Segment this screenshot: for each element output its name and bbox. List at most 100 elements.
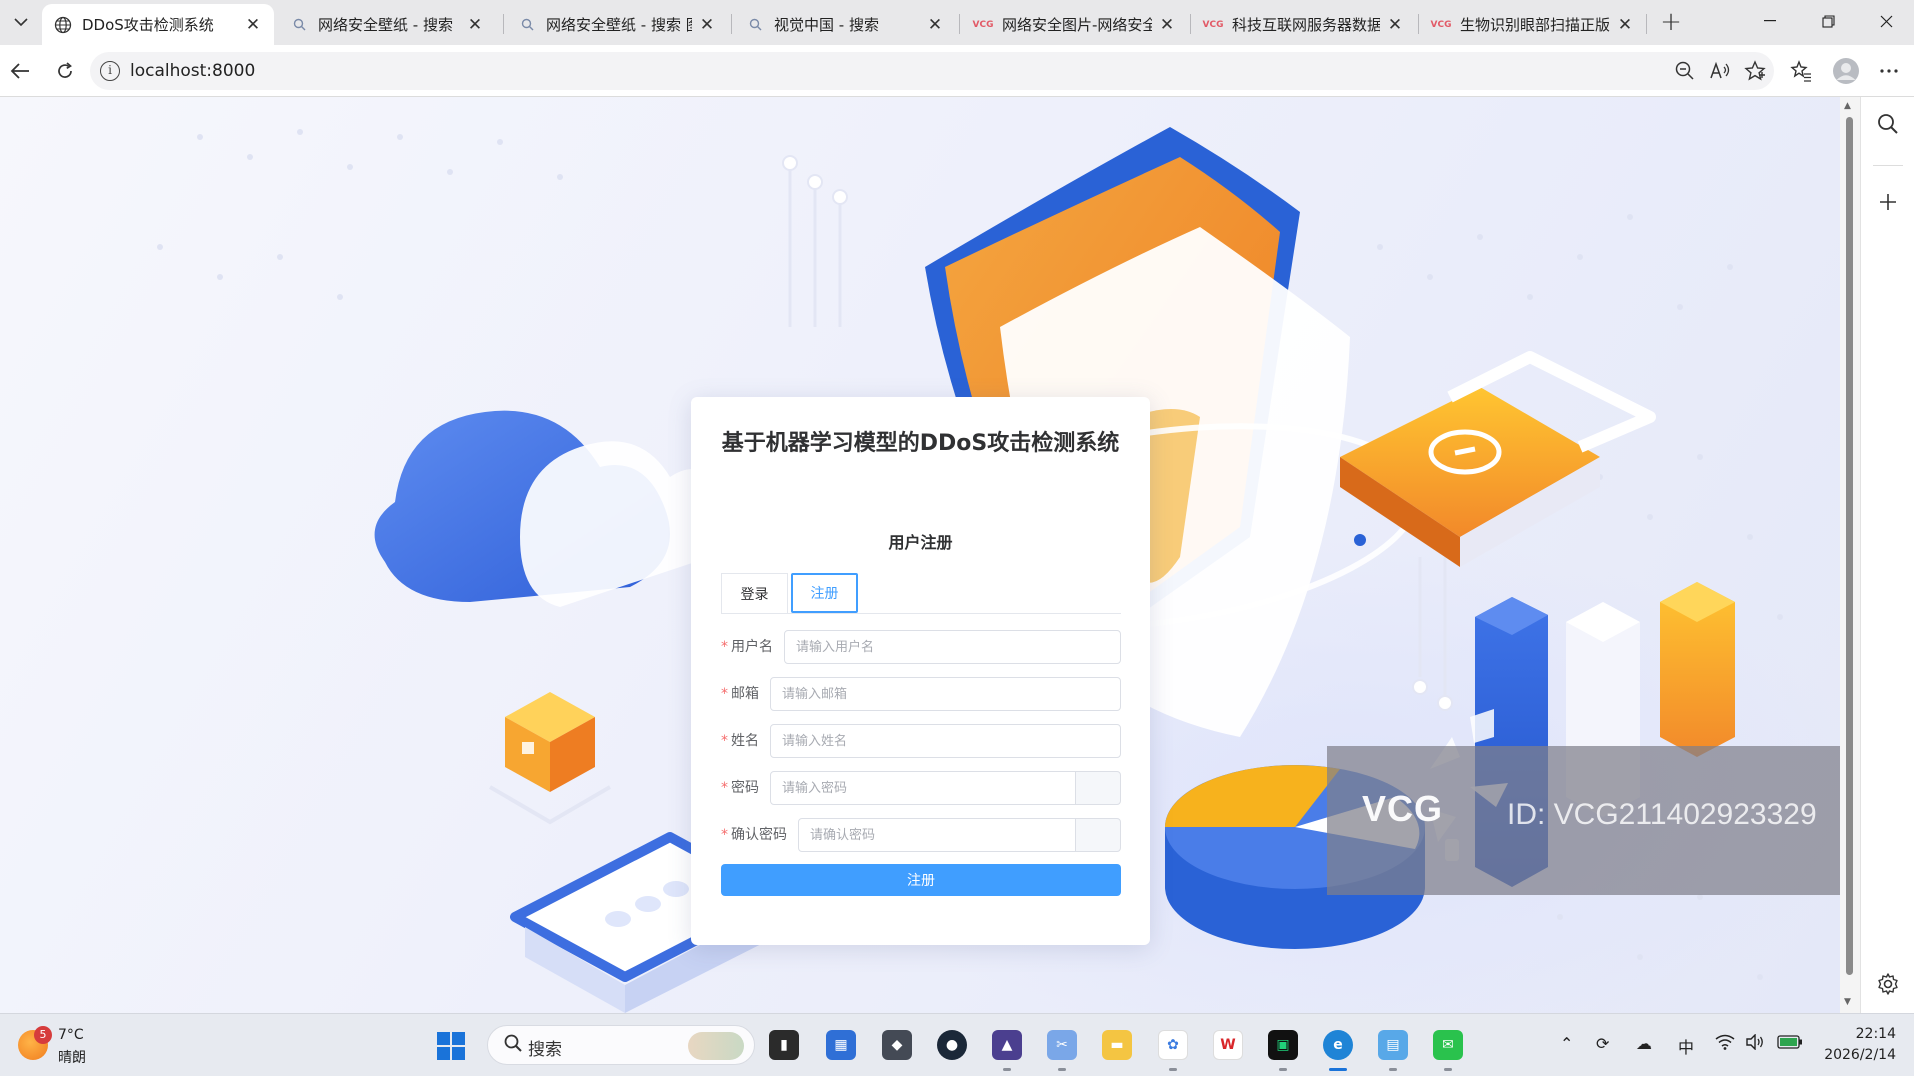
tab-title: 视觉中国 - 搜索	[774, 16, 879, 34]
windows-start-icon[interactable]	[437, 1032, 465, 1060]
minimize-icon[interactable]	[1750, 6, 1790, 36]
address-bar[interactable]: i localhost:8000	[90, 52, 1774, 90]
vcg-icon: VCG	[1202, 19, 1224, 30]
battery-icon[interactable]	[1777, 1034, 1803, 1053]
wps-office-icon[interactable]: W	[1213, 1030, 1243, 1060]
browser-tab-search-1[interactable]: 网络安全壁纸 - 搜索 ✕	[278, 4, 496, 45]
url-text[interactable]: localhost:8000	[130, 61, 255, 81]
weather-temp[interactable]: 7°C	[58, 1027, 84, 1043]
weather-desc[interactable]: 晴朗	[58, 1047, 86, 1067]
add-plus-icon[interactable]	[1873, 187, 1903, 217]
new-tab-plus-icon[interactable]: +	[1656, 7, 1686, 37]
clock-time[interactable]: 22:14	[1816, 1026, 1896, 1042]
close-window-icon[interactable]	[1866, 6, 1906, 36]
more-menu-icon[interactable]	[1873, 55, 1905, 87]
close-tab-icon[interactable]: ✕	[698, 15, 716, 35]
browser-tab-ddos[interactable]: DDoS攻击检测系统 ✕	[42, 4, 274, 45]
tray-chevron-up-icon[interactable]: ⌃	[1560, 1034, 1573, 1053]
zoom-out-icon[interactable]	[1672, 58, 1698, 84]
remote-desktop-icon[interactable]: ▤	[1378, 1030, 1408, 1060]
steam-icon[interactable]: ●	[937, 1030, 967, 1060]
system-title: 基于机器学习模型的DDoS攻击检测系统	[721, 431, 1120, 456]
back-arrow-icon[interactable]	[4, 55, 36, 87]
browser-tab-search-3[interactable]: 视觉中国 - 搜索 ✕	[734, 4, 956, 45]
form-row-name: * 姓名	[721, 724, 1121, 758]
settings-gear-icon[interactable]	[1873, 969, 1903, 999]
taskbar-search-placeholder: 搜索	[528, 1040, 562, 1060]
site-info-icon[interactable]: i	[100, 61, 120, 81]
profile-avatar-icon[interactable]	[1830, 55, 1862, 87]
app-running-indicator	[1058, 1068, 1066, 1071]
confirm-password-toggle-button[interactable]	[1075, 818, 1121, 852]
confirm-password-label: 确认密码	[731, 827, 787, 843]
password-toggle-button[interactable]	[1075, 771, 1121, 805]
browser-toolbar: i localhost:8000	[0, 45, 1914, 97]
app-running-indicator	[1389, 1068, 1397, 1071]
favorites-icon[interactable]	[1785, 55, 1817, 87]
close-tab-icon[interactable]: ✕	[244, 15, 262, 35]
close-tab-icon[interactable]: ✕	[1386, 15, 1404, 35]
read-aloud-icon[interactable]	[1707, 58, 1733, 84]
sync-icon[interactable]: ⟳	[1596, 1034, 1609, 1053]
tab-separator	[1190, 14, 1191, 34]
task-view-icon[interactable]: ▮	[769, 1030, 799, 1060]
close-tab-icon[interactable]: ✕	[1158, 15, 1176, 35]
browser-tab-vcg-3[interactable]: VCG 生物识别眼部扫描正版 ✕	[1420, 4, 1646, 45]
page-viewport: VCG ID: VCG211402923329 基于机器学习模型的DDoS攻击检…	[0, 97, 1840, 1013]
volume-icon[interactable]	[1745, 1033, 1765, 1054]
file-explorer-icon[interactable]: ▬	[1102, 1030, 1132, 1060]
page-scrollbar[interactable]: ▲ ▼	[1840, 97, 1860, 1013]
scroll-down-arrow-icon[interactable]: ▼	[1844, 997, 1851, 1007]
pycharm-icon[interactable]: ▣	[1268, 1030, 1298, 1060]
cat-app-icon[interactable]: ▲	[992, 1030, 1022, 1060]
clock-date[interactable]: 2026/2/14	[1816, 1047, 1896, 1063]
globe-icon	[54, 16, 72, 34]
watermark-brand: VCG	[1362, 788, 1444, 829]
wifi-icon[interactable]	[1715, 1034, 1735, 1054]
browser-tab-vcg-2[interactable]: VCG 科技互联网服务器数据 ✕	[1192, 4, 1416, 45]
confirm-password-input[interactable]	[798, 818, 1076, 852]
cloud-offline-icon[interactable]: ☁	[1636, 1034, 1652, 1053]
scroll-up-arrow-icon[interactable]: ▲	[1844, 101, 1851, 111]
password-input[interactable]	[770, 771, 1076, 805]
microsoft-store-icon[interactable]: ▦	[826, 1030, 856, 1060]
register-submit-button[interactable]: 注册	[721, 864, 1121, 896]
tab-login[interactable]: 登录	[721, 573, 788, 613]
tab-separator	[731, 14, 732, 34]
app-running-indicator	[1003, 1068, 1011, 1071]
required-mark: *	[721, 639, 728, 655]
scrollbar-thumb[interactable]	[1846, 117, 1853, 975]
email-input[interactable]	[770, 677, 1121, 711]
register-card: 基于机器学习模型的DDoS攻击检测系统 用户注册 登录 注册 *用户名 *邮箱 …	[691, 397, 1150, 945]
close-tab-icon[interactable]: ✕	[926, 15, 944, 35]
browser-app-icon[interactable]: ✿	[1158, 1030, 1188, 1060]
wechat-icon[interactable]: ✉	[1433, 1030, 1463, 1060]
browser-tab-search-2[interactable]: 网络安全壁纸 - 搜索 图 ✕	[506, 4, 728, 45]
close-tab-icon[interactable]: ✕	[1616, 15, 1634, 35]
tab-actions-chevron-icon[interactable]	[6, 8, 36, 36]
watermark-id: ID: VCG211402923329	[1507, 798, 1817, 831]
close-tab-icon[interactable]: ✕	[466, 15, 484, 35]
username-input[interactable]	[784, 630, 1121, 664]
required-mark: *	[721, 827, 728, 843]
favorite-star-icon[interactable]	[1742, 58, 1768, 84]
search-highlight-image	[688, 1032, 744, 1060]
taskbar-search-box[interactable]: 搜索	[487, 1025, 755, 1065]
search-icon	[746, 16, 764, 34]
unity-app-icon[interactable]: ◆	[882, 1030, 912, 1060]
tab-title: 网络安全图片-网络安全	[1002, 16, 1152, 34]
search-icon	[290, 16, 308, 34]
field-label: * 姓名	[721, 724, 759, 758]
search-icon[interactable]	[1873, 109, 1903, 139]
ime-indicator[interactable]: 中	[1678, 1034, 1694, 1058]
browser-tab-vcg-1[interactable]: VCG 网络安全图片-网络安全 ✕	[962, 4, 1188, 45]
tab-separator	[1418, 14, 1419, 34]
edge-browser-icon[interactable]: e	[1323, 1030, 1353, 1060]
name-input[interactable]	[770, 724, 1121, 758]
snipping-tool-icon[interactable]: ✂	[1047, 1030, 1077, 1060]
tab-register[interactable]: 注册	[791, 573, 858, 613]
app-running-indicator	[1169, 1068, 1177, 1071]
required-mark: *	[721, 733, 728, 749]
refresh-icon[interactable]	[49, 55, 81, 87]
restore-icon[interactable]	[1808, 6, 1848, 36]
